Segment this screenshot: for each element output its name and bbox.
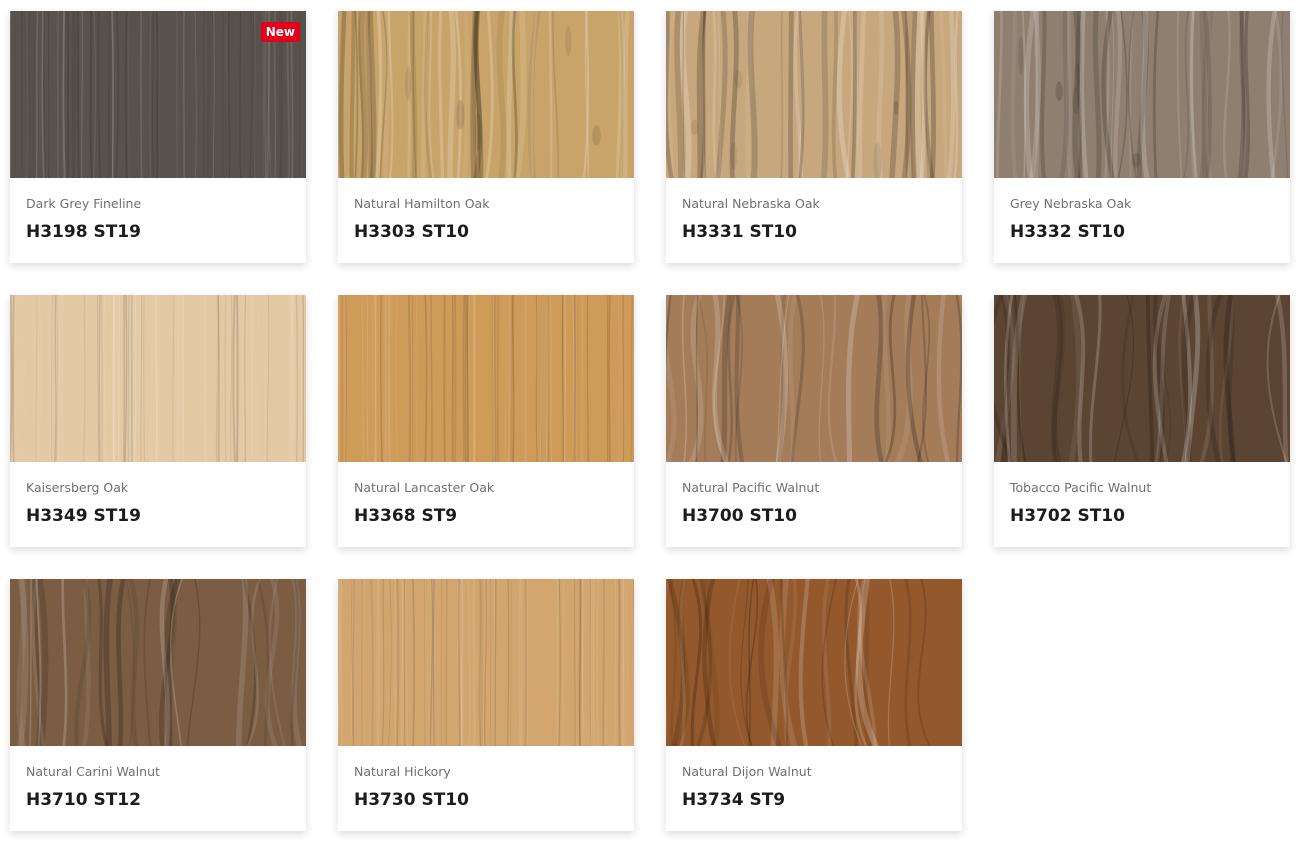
decor-card-h3730-st10[interactable]: Natural Hickory H3730 ST10 [338, 579, 634, 831]
decor-swatch[interactable] [338, 11, 634, 178]
wood-grain-texture [994, 11, 1290, 178]
decor-grid: New Dark Grey Fineline H3198 ST19 Natura… [10, 11, 1290, 831]
decor-swatch[interactable] [338, 579, 634, 746]
decor-card-h3303-st10[interactable]: Natural Hamilton Oak H3303 ST10 [338, 11, 634, 263]
decor-swatch[interactable] [666, 295, 962, 462]
decor-card-h3702-st10[interactable]: Tobacco Pacific Walnut H3702 ST10 [994, 295, 1290, 547]
wood-grain-texture [338, 295, 634, 462]
decor-name: Grey Nebraska Oak [1010, 196, 1132, 211]
decor-swatch[interactable] [10, 579, 306, 746]
decor-caption: Natural Hickory H3730 ST10 [338, 746, 634, 810]
decor-code[interactable]: H3700 ST10 [682, 506, 946, 526]
decor-swatch[interactable] [666, 11, 962, 178]
decor-caption: Kaisersberg Oak H3349 ST19 [10, 462, 306, 526]
decor-card-h3198-st19[interactable]: New Dark Grey Fineline H3198 ST19 [10, 11, 306, 263]
new-badge: New [260, 22, 300, 42]
decor-swatch[interactable] [666, 579, 962, 746]
decor-caption: Tobacco Pacific Walnut H3702 ST10 [994, 462, 1290, 526]
decor-card-h3331-st10[interactable]: Natural Nebraska Oak H3331 ST10 [666, 11, 962, 263]
wood-grain-texture [666, 11, 962, 178]
decor-name: Natural Carini Walnut [26, 764, 160, 779]
decor-swatch[interactable] [10, 295, 306, 462]
decor-caption: Grey Nebraska Oak H3332 ST10 [994, 178, 1290, 242]
decor-code[interactable]: H3702 ST10 [1010, 506, 1274, 526]
decor-caption: Natural Pacific Walnut H3700 ST10 [666, 462, 962, 526]
decor-swatch[interactable]: New [10, 11, 306, 178]
decor-caption: Natural Hamilton Oak H3303 ST10 [338, 178, 634, 242]
decor-caption: Natural Lancaster Oak H3368 ST9 [338, 462, 634, 526]
decor-code[interactable]: H3303 ST10 [354, 222, 618, 242]
wood-grain-texture [10, 579, 306, 746]
decor-code[interactable]: H3710 ST12 [26, 790, 290, 810]
wood-grain-texture [666, 295, 962, 462]
decor-caption: Natural Dijon Walnut H3734 ST9 [666, 746, 962, 810]
decor-swatch[interactable] [994, 295, 1290, 462]
decor-code[interactable]: H3734 ST9 [682, 790, 946, 810]
wood-grain-texture [338, 579, 634, 746]
decor-code[interactable]: H3332 ST10 [1010, 222, 1274, 242]
decor-code[interactable]: H3198 ST19 [26, 222, 290, 242]
decor-card-h3700-st10[interactable]: Natural Pacific Walnut H3700 ST10 [666, 295, 962, 547]
decor-name: Dark Grey Fineline [26, 196, 142, 211]
wood-grain-texture [994, 295, 1290, 462]
decor-card-h3349-st19[interactable]: Kaisersberg Oak H3349 ST19 [10, 295, 306, 547]
decor-caption: Natural Carini Walnut H3710 ST12 [10, 746, 306, 810]
decor-name: Natural Lancaster Oak [354, 480, 495, 495]
decor-name: Natural Hickory [354, 764, 451, 779]
decor-card-h3710-st12[interactable]: Natural Carini Walnut H3710 ST12 [10, 579, 306, 831]
wood-grain-texture [666, 579, 962, 746]
decor-code[interactable]: H3730 ST10 [354, 790, 618, 810]
decor-card-h3332-st10[interactable]: Grey Nebraska Oak H3332 ST10 [994, 11, 1290, 263]
decor-code[interactable]: H3331 ST10 [682, 222, 946, 242]
decor-card-h3368-st9[interactable]: Natural Lancaster Oak H3368 ST9 [338, 295, 634, 547]
decor-card-h3734-st9[interactable]: Natural Dijon Walnut H3734 ST9 [666, 579, 962, 831]
decor-name: Natural Hamilton Oak [354, 196, 490, 211]
decor-caption: Dark Grey Fineline H3198 ST19 [10, 178, 306, 242]
decor-code[interactable]: H3349 ST19 [26, 506, 290, 526]
decor-name: Natural Dijon Walnut [682, 764, 812, 779]
wood-grain-texture [10, 295, 306, 462]
decor-caption: Natural Nebraska Oak H3331 ST10 [666, 178, 962, 242]
decor-name: Kaisersberg Oak [26, 480, 129, 495]
decor-swatch[interactable] [338, 295, 634, 462]
decor-code[interactable]: H3368 ST9 [354, 506, 618, 526]
decor-name: Natural Pacific Walnut [682, 480, 820, 495]
decor-name: Tobacco Pacific Walnut [1010, 480, 1152, 495]
decor-swatch[interactable] [994, 11, 1290, 178]
wood-grain-texture [338, 11, 634, 178]
decor-name: Natural Nebraska Oak [682, 196, 820, 211]
